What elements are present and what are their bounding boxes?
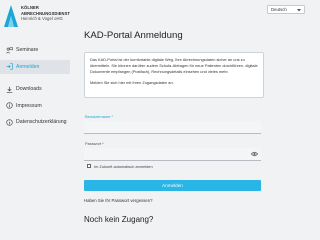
logo-text: KÖLNER ABRECHNUNGSDIENST Heinrich & Voge…: [21, 5, 70, 22]
info-circle-icon: [5, 118, 13, 126]
language-select[interactable]: Deutsch: [267, 5, 305, 14]
sidebar-item-downloads[interactable]: Downloads: [0, 82, 74, 96]
info-box: Das KAD-Portal ist der komfortable digit…: [84, 52, 264, 98]
username-input[interactable]: [84, 121, 261, 134]
download-icon: [5, 85, 13, 93]
no-access-heading: Noch kein Zugang?: [84, 215, 154, 224]
chevron-down-icon: [297, 8, 301, 12]
sidebar: KÖLNER ABRECHNUNGSDIENST Heinrich & Voge…: [0, 0, 74, 240]
password-input[interactable]: [84, 148, 261, 161]
sidebar-nav: Seminare Anmelden Downloads Impressum Da…: [0, 43, 74, 132]
sidebar-item-datenschutz[interactable]: Datenschutzerklärung: [0, 115, 74, 129]
person-board-icon: [5, 46, 13, 54]
sidebar-item-seminare[interactable]: Seminare: [0, 43, 74, 57]
remember-checkbox[interactable]: [87, 164, 91, 168]
password-label: Passwort *: [85, 141, 104, 146]
info-circle-icon: [5, 102, 13, 110]
logo-line-3: Heinrich & Vogel oHG: [21, 16, 63, 22]
sidebar-item-label: Seminare: [16, 47, 39, 53]
language-select-value: Deutsch: [271, 7, 287, 12]
forgot-password-link[interactable]: Haben Sie Ihr Passwort vergessen?: [84, 198, 153, 203]
sidebar-item-label: Downloads: [16, 86, 42, 92]
sidebar-item-label: Anmelden: [16, 63, 40, 70]
remember-label: Im Zukunft automatisch anmelden: [94, 163, 153, 169]
info-text: Das KAD-Portal ist der komfortable digit…: [90, 57, 258, 74]
info-text-login-hint: Melden Sie sich hier mit Ihren Zugangsda…: [90, 79, 174, 85]
logo[interactable]: KÖLNER ABRECHNUNGSDIENST Heinrich & Voge…: [4, 5, 74, 35]
sidebar-item-impressum[interactable]: Impressum: [0, 99, 74, 113]
sidebar-item-label: Datenschutzerklärung: [16, 119, 67, 125]
login-button[interactable]: Anmelden: [84, 180, 261, 191]
sidebar-item-label: Impressum: [16, 102, 42, 109]
logo-mark-icon: [4, 5, 18, 27]
sidebar-item-anmelden[interactable]: Anmelden: [0, 59, 70, 74]
login-arrow-icon: [5, 63, 13, 71]
page-title: KAD-Portal Anmeldung: [84, 30, 183, 41]
eye-icon[interactable]: [251, 151, 258, 157]
username-label: Benutzername *: [85, 114, 113, 119]
